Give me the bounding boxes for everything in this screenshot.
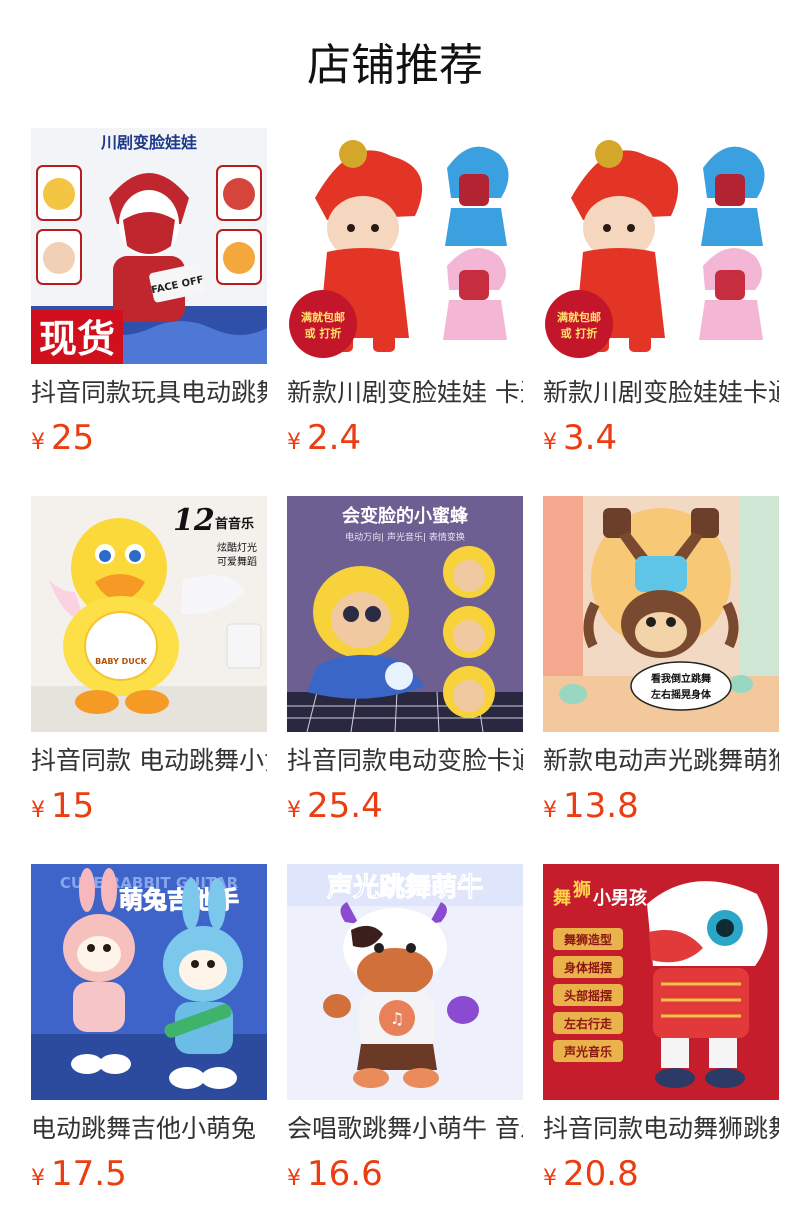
opera-face-doll-image: 川剧变脸娃娃 FACE OFF 现货 bbox=[31, 128, 267, 364]
product-card[interactable]: 舞 狮 小男孩 舞狮造型 身体摇摆 头部摇摆 左右行走 声光音乐 抖音同款电动舞… bbox=[543, 864, 779, 1204]
currency-symbol: ¥ bbox=[287, 798, 301, 823]
price-value: 2.4 bbox=[307, 418, 362, 458]
product-image[interactable]: 声光跳舞萌牛 ♫ bbox=[287, 864, 523, 1100]
dancing-cow-image: 声光跳舞萌牛 ♫ bbox=[287, 864, 523, 1100]
image-badge: 现货 bbox=[39, 317, 115, 361]
image-bubble-line1: 看我倒立跳舞 bbox=[651, 672, 711, 685]
cartoon-opera-dolls-image: 满就包邮 或 打折 bbox=[287, 128, 523, 364]
currency-symbol: ¥ bbox=[31, 430, 45, 455]
image-line2: 炫酷灯光 bbox=[217, 541, 257, 554]
image-headline-c: 小男孩 bbox=[593, 887, 647, 909]
svg-text:♫: ♫ bbox=[390, 1009, 404, 1028]
image-line3: 可爱舞蹈 bbox=[217, 555, 257, 568]
product-title[interactable]: 新款川剧变脸娃娃 卡通电动 bbox=[287, 376, 523, 412]
image-badge-line2: 或 打折 bbox=[305, 326, 342, 340]
currency-symbol: ¥ bbox=[31, 798, 45, 823]
product-image[interactable]: 满就包邮 或 打折 bbox=[543, 128, 779, 364]
product-price: ¥17.5 bbox=[31, 1152, 127, 1196]
product-price: ¥3.4 bbox=[543, 416, 617, 460]
product-image[interactable]: 会变脸的小蜜蜂 电动万向| 声光音乐| 表情变换 bbox=[287, 496, 523, 732]
image-subline: 电动万向| 声光音乐| 表情变换 bbox=[345, 531, 465, 543]
image-headline: 会变脸的小蜜蜂 bbox=[342, 505, 469, 527]
currency-symbol: ¥ bbox=[287, 1166, 301, 1191]
currency-symbol: ¥ bbox=[543, 798, 557, 823]
product-image[interactable]: 看我倒立跳舞 左右摇晃身体 bbox=[543, 496, 779, 732]
image-badge-line2: 或 打折 bbox=[561, 326, 598, 340]
face-changing-bee-image: 会变脸的小蜜蜂 电动万向| 声光音乐| 表情变换 bbox=[287, 496, 523, 732]
product-image[interactable]: BABY DUCK 12 首音乐 炫酷灯光 可爱舞蹈 bbox=[31, 496, 267, 732]
section-title: 店铺推荐 bbox=[307, 40, 483, 91]
image-feature: 声光音乐 bbox=[563, 1044, 612, 1059]
image-number: 12 bbox=[173, 503, 215, 538]
image-headline-b: 狮 bbox=[573, 880, 591, 901]
product-card[interactable]: CUTE RABBIT GUITAR 萌兔吉他手 电动跳舞吉他小萌兔 ¥ 17.… bbox=[31, 864, 267, 1204]
product-image[interactable]: CUTE RABBIT GUITAR 萌兔吉他手 bbox=[31, 864, 267, 1100]
product-title[interactable]: 抖音同款 电动跳舞小黄鸭 bbox=[31, 744, 267, 780]
currency-symbol: ¥ bbox=[543, 430, 557, 455]
price-value: 25 bbox=[51, 418, 95, 458]
image-line1: 首音乐 bbox=[215, 516, 254, 532]
image-badge-line1: 满就包邮 bbox=[557, 310, 601, 324]
image-headline: 声光跳舞萌牛 bbox=[327, 873, 483, 903]
product-price: ¥2.4 bbox=[287, 416, 361, 460]
price-value: 20.8 bbox=[563, 1154, 639, 1194]
product-image[interactable]: 舞 狮 小男孩 舞狮造型 身体摇摆 头部摇摆 左右行走 声光音乐 bbox=[543, 864, 779, 1100]
price-value: 15 bbox=[51, 786, 95, 826]
image-feature: 舞狮造型 bbox=[563, 932, 612, 947]
product-card[interactable]: 满就包邮 或 打折 新款川剧变脸娃娃卡通电动 ¥3.4 bbox=[543, 128, 779, 468]
product-card[interactable]: 川剧变脸娃娃 FACE OFF 现货 抖音同款玩具电动跳舞川剧变脸娃娃 bbox=[31, 128, 267, 468]
product-price: ¥25 bbox=[31, 416, 94, 460]
product-title[interactable]: 抖音同款电动舞狮跳舞男孩 bbox=[543, 1112, 779, 1148]
price-value: 25.4 bbox=[307, 786, 383, 826]
product-card[interactable]: 声光跳舞萌牛 ♫ 会唱歌跳舞小萌牛 音乐玩具 ¥16.6 bbox=[287, 864, 523, 1204]
product-price: ¥20.8 bbox=[543, 1152, 639, 1196]
image-badge-line1: 满就包邮 bbox=[301, 310, 345, 324]
image-feature: 头部摇摆 bbox=[564, 988, 612, 1003]
product-price: ¥15 bbox=[31, 784, 94, 828]
product-price: ¥13.8 bbox=[543, 784, 639, 828]
image-headline-a: 舞 bbox=[553, 887, 571, 909]
product-image[interactable]: 满就包邮 或 打折 bbox=[287, 128, 523, 364]
image-bubble-line2: 左右摇晃身体 bbox=[650, 688, 712, 701]
currency-symbol: ¥ bbox=[287, 430, 301, 455]
price-value: 17.5 bbox=[51, 1154, 127, 1194]
image-feature: 左右行走 bbox=[563, 1016, 612, 1031]
currency-symbol: ¥ bbox=[543, 1166, 557, 1191]
product-card[interactable]: BABY DUCK 12 首音乐 炫酷灯光 可爱舞蹈 抖音同款 电动跳舞小黄鸭 … bbox=[31, 496, 267, 836]
guitar-rabbit-image: CUTE RABBIT GUITAR 萌兔吉他手 bbox=[31, 864, 267, 1100]
product-title[interactable]: 抖音同款玩具电动跳舞川剧变脸娃娃 bbox=[31, 376, 267, 412]
image-feature: 身体摇摆 bbox=[564, 960, 612, 975]
price-value: 3.4 bbox=[563, 418, 618, 458]
product-title[interactable]: 抖音同款电动变脸卡通小蜜蜂 bbox=[287, 744, 523, 780]
cartoon-opera-dolls-image: 满就包邮 或 打折 bbox=[543, 128, 779, 364]
product-title[interactable]: 新款川剧变脸娃娃卡通电动 bbox=[543, 376, 779, 412]
price-value: 13.8 bbox=[563, 786, 639, 826]
currency-symbol: ¥ bbox=[31, 1166, 45, 1191]
price-value: 16.6 bbox=[307, 1154, 383, 1194]
product-price: ¥25.4 bbox=[287, 784, 383, 828]
product-title[interactable]: 会唱歌跳舞小萌牛 音乐玩具 bbox=[287, 1112, 523, 1148]
lion-dance-boy-image: 舞 狮 小男孩 舞狮造型 身体摇摆 头部摇摆 左右行走 声光音乐 bbox=[543, 864, 779, 1100]
product-card[interactable]: 满就包邮 或 打折 新款川剧变脸娃娃 卡通电动 ¥2.4 bbox=[287, 128, 523, 468]
product-title[interactable]: 新款电动声光跳舞萌猴 bbox=[543, 744, 779, 780]
product-title[interactable]: 电动跳舞吉他小萌兔 bbox=[31, 1112, 267, 1148]
handstand-monkey-image: 看我倒立跳舞 左右摇晃身体 bbox=[543, 496, 779, 732]
product-price: ¥16.6 bbox=[287, 1152, 383, 1196]
product-card[interactable]: 会变脸的小蜜蜂 电动万向| 声光音乐| 表情变换 抖音同款电动变脸卡通小蜜蜂 ¥… bbox=[287, 496, 523, 836]
image-headline: 川剧变脸娃娃 bbox=[100, 133, 197, 152]
product-card[interactable]: 看我倒立跳舞 左右摇晃身体 新款电动声光跳舞萌猴 ¥13.8 bbox=[543, 496, 779, 836]
product-grid: 川剧变脸娃娃 FACE OFF 现货 抖音同款玩具电动跳舞川剧变脸娃娃 bbox=[31, 128, 779, 1232]
image-tag: BABY DUCK bbox=[95, 657, 148, 666]
dancing-duck-image: BABY DUCK 12 首音乐 炫酷灯光 可爱舞蹈 bbox=[31, 496, 267, 732]
product-image[interactable]: 川剧变脸娃娃 FACE OFF 现货 bbox=[31, 128, 267, 364]
